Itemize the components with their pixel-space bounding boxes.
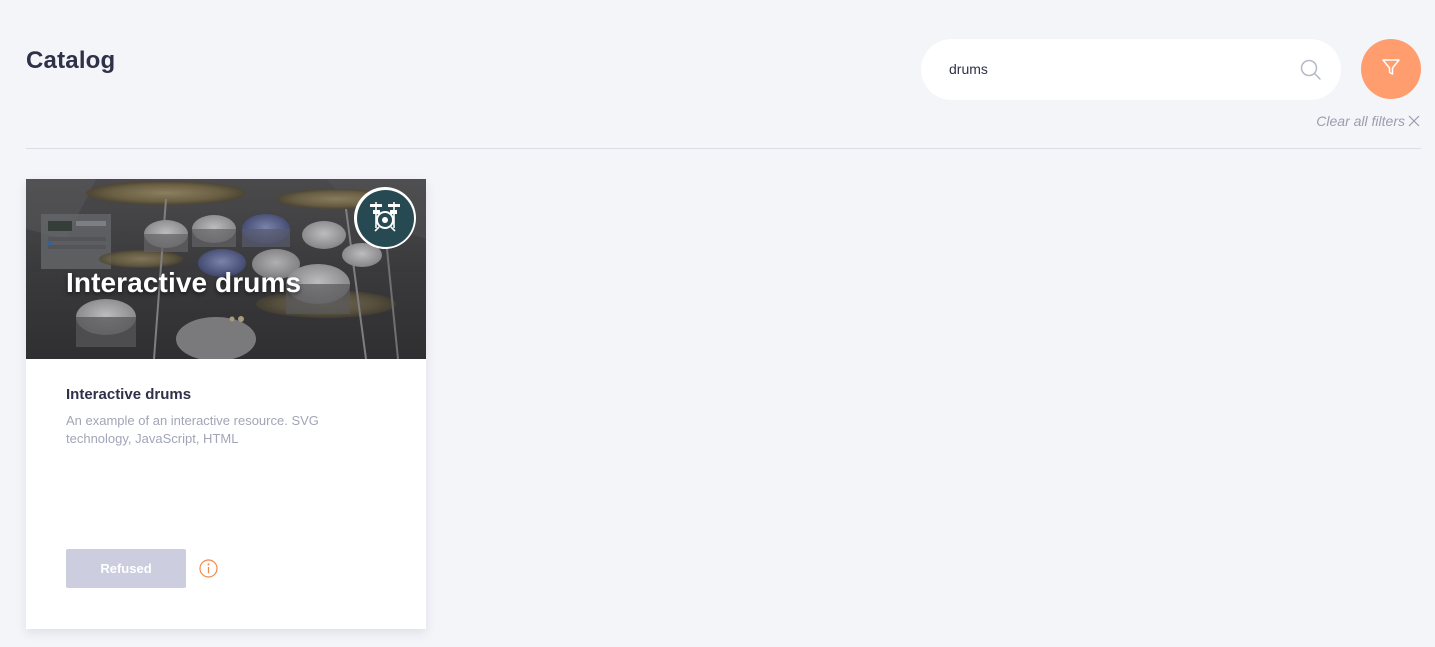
card-badge (354, 187, 416, 249)
search-box (921, 39, 1341, 100)
card-image-title: Interactive drums (66, 267, 302, 298)
page-title: Catalog (26, 47, 116, 74)
close-icon (1407, 114, 1421, 128)
catalog-page: Catalog Clear all filters (0, 0, 1435, 647)
card-title[interactable]: Interactive drums (66, 386, 386, 403)
search-icon[interactable] (1299, 58, 1323, 82)
search-input[interactable] (949, 57, 1279, 81)
card-body: Interactive drums An example of an inter… (26, 359, 426, 629)
info-icon[interactable] (199, 559, 218, 578)
filter-button[interactable] (1361, 39, 1421, 99)
refused-status-button[interactable]: Refused (66, 549, 186, 588)
divider (26, 148, 1421, 149)
clear-filters-label: Clear all filters (1316, 113, 1405, 129)
card-image[interactable]: Interactive drums (26, 179, 426, 359)
filter-icon (1380, 56, 1402, 83)
card-description: An example of an interactive resource. S… (66, 413, 319, 446)
clear-filters-link[interactable]: Clear all filters (1316, 113, 1421, 129)
catalog-card[interactable]: Interactive drums Interactive drums An e… (26, 179, 426, 629)
drum-kit-icon (367, 198, 403, 239)
badge-background (356, 189, 414, 247)
